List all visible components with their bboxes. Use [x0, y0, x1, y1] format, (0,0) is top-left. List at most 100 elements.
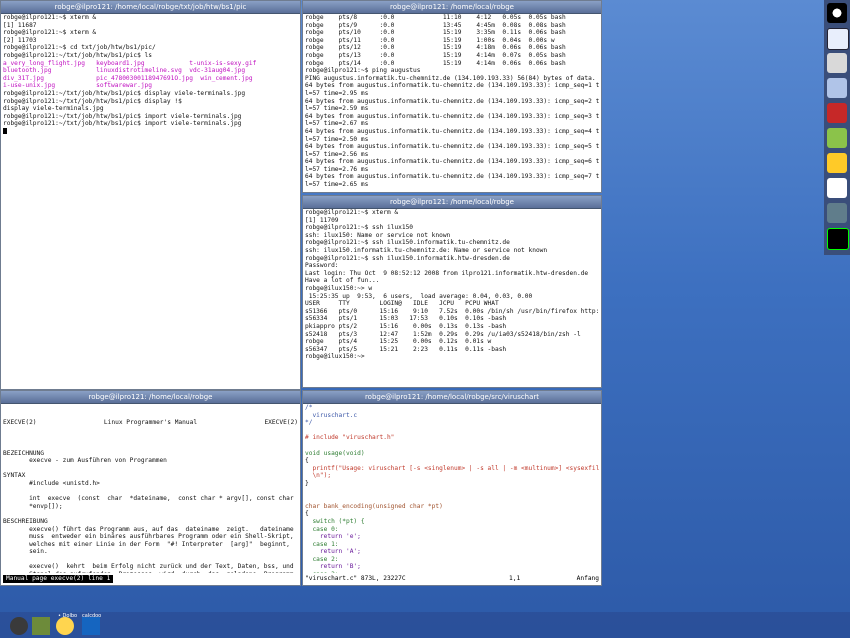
- vim-status-line: "viruschart.c" 873L, 23227C 1,1 Anfang: [305, 575, 599, 583]
- notes-icon[interactable]: [827, 178, 847, 198]
- output-line: [2] 11703: [3, 36, 37, 44]
- output-line: robge@ilux150:~>: [305, 353, 369, 361]
- document-icon[interactable]: [827, 28, 849, 50]
- output-line: robge@ilpro121:~/txt/job/htw/bs1/pic$ im…: [3, 112, 242, 120]
- output-line: robge@ilpro121:~$ ping augustus: [305, 67, 421, 75]
- window-title[interactable]: robge@ilpro121: /home/local/robge: [303, 1, 601, 14]
- man-header: EXECVE(2) Linux Programmer's Manual EXEC…: [3, 419, 298, 427]
- start-icon[interactable]: [10, 617, 28, 635]
- terminal-output[interactable]: robge pts/8 :0.0 11:10 4:12 0.05s 0.05s …: [305, 14, 599, 190]
- window-title[interactable]: robge@ilpro121: /home/local/robge/src/vi…: [303, 391, 601, 404]
- toolbox-icon[interactable]: [827, 53, 847, 73]
- output-line: printf("Usage: viruschart [-s <singlenum…: [305, 464, 599, 472]
- output-line: robge@ilpro121:~$ xterm &: [305, 209, 399, 216]
- output-line: robge@ilpro121:~$ ssh ilux150.informatik…: [305, 239, 510, 247]
- output-line: viruschart.c: [305, 411, 358, 419]
- editor-window-viruschart[interactable]: robge@ilpro121: /home/local/robge/src/vi…: [302, 390, 602, 586]
- output-line: 64 bytes from augustus.informatik.tu-che…: [305, 158, 599, 166]
- editor-buffer[interactable]: /* viruschart.c */ # include "viruschart.h…: [305, 404, 599, 573]
- user-icon[interactable]: [827, 128, 847, 148]
- output-line: */: [305, 419, 313, 427]
- person-icon[interactable]: [32, 617, 50, 635]
- output-line: case 2:: [305, 555, 339, 563]
- output-line: return 'A';: [305, 548, 361, 556]
- output-line: }: [305, 479, 309, 487]
- clock-icon[interactable]: [827, 153, 847, 173]
- output-line: bluetooth.jpg linuxdistrotimeline.svg vd…: [3, 67, 246, 75]
- terminal-window-pic[interactable]: robge@ilpro121: /home/local/robge/txt/jo…: [0, 0, 301, 390]
- terminal-output[interactable]: robge@ilpro121:~$ xterm & [1] 11709 robge@…: [305, 209, 599, 385]
- output-line: a_very_long_flight.jpg keyboard1.jpg t-u…: [3, 59, 257, 67]
- output-line: robge@ilpro121:~/txt/job/htw/bs1/pic$ im…: [3, 120, 242, 128]
- output-line: [1] 11687: [3, 21, 37, 29]
- output-line: /*: [305, 404, 313, 411]
- window-list-icon[interactable]: [82, 617, 100, 635]
- terminal-window-ssh[interactable]: robge@ilpro121: /home/local/robge robge@…: [302, 195, 602, 388]
- taskbar-label-1: • Dolbo: [58, 613, 78, 619]
- window-title[interactable]: robge@ilpro121: /home/local/robge: [303, 196, 601, 209]
- output-line: robge@ilpro121:~/txt/job/htw/bs1/pic$ di…: [3, 89, 246, 97]
- vim-status-file: "viruschart.c" 873L, 23227C: [305, 575, 406, 582]
- output-line: execve() führt das Programm aus, auf das…: [3, 525, 294, 533]
- output-line: char bank_encoding(unsigned char *pt): [305, 502, 443, 510]
- output-line: BESCHREIBUNG: [3, 517, 48, 525]
- output-line: l=57 time=2.95 ms: [305, 89, 369, 97]
- output-line: robge pts/13 :0.0 15:19 4:14m 0.07s 0.05…: [305, 51, 566, 59]
- output-line: {: [305, 457, 309, 465]
- output-line: l=57 time=2.50 ms: [305, 135, 369, 143]
- lightbulb-icon[interactable]: [56, 617, 74, 635]
- output-line: \n");: [305, 472, 332, 480]
- output-line: ssh: ilux150: Name or service not known: [305, 231, 451, 239]
- window-title[interactable]: robge@ilpro121: /home/local/robge/txt/jo…: [1, 1, 300, 14]
- output-line: robge@ilpro121:~/txt/job/htw/bs1/pic$ ls: [3, 51, 153, 59]
- network-icon[interactable]: [827, 78, 847, 98]
- output-line: l=57 time=2.56 ms: [305, 150, 369, 158]
- man-header-left: EXECVE(2): [3, 419, 37, 427]
- output-line: 64 bytes from augustus.informatik.tu-che…: [305, 127, 599, 135]
- prompt-line[interactable]: [3, 127, 298, 136]
- terminal-icon[interactable]: [827, 228, 849, 250]
- output-line: 64 bytes from augustus.informatik.tu-che…: [305, 97, 599, 105]
- window-title[interactable]: robge@ilpro121: /home/local/robge: [1, 391, 300, 404]
- output-line: BEZEICHNUNG: [3, 449, 44, 457]
- output-line: robge@ilpro121:~$ cd txt/job/htw/bs1/pic…: [3, 44, 156, 52]
- text-cursor: [3, 127, 7, 134]
- output-line: USER TTY LOGIN@ IDLE JCPU PCPU WHAT: [305, 300, 499, 308]
- output-line: case 3:: [305, 571, 599, 573]
- output-line: i-use-unix.jpg softwarewar.jpg: [3, 82, 153, 90]
- terminal-window-ping[interactable]: robge@ilpro121: /home/local/robge robge …: [302, 0, 602, 193]
- output-line: Have a lot of fun...: [305, 277, 380, 285]
- output-line: case 1:: [305, 540, 339, 548]
- output-line: sein.: [3, 548, 48, 556]
- output-line: int execve (const char *dateiname, const…: [3, 495, 294, 503]
- output-line: 64 bytes from augustus.informatik.tu-che…: [305, 112, 599, 120]
- output-line: 64 bytes from augustus.informatik.tu-che…: [305, 143, 599, 151]
- output-line: return 'B';: [305, 563, 361, 571]
- stop-icon[interactable]: [827, 103, 847, 123]
- output-line: execve() kehrt beim Erfolg nicht zurück …: [3, 563, 294, 571]
- right-dock: [824, 0, 850, 255]
- gnome-foot-icon[interactable]: [827, 3, 847, 23]
- output-line: *envp[]);: [3, 502, 63, 510]
- output-line: display viele-terminals.jpg: [3, 105, 104, 113]
- output-line: 64 bytes from augustus.informatik.tu-che…: [305, 173, 599, 181]
- output-line: l=57 time=2.59 ms: [305, 105, 369, 113]
- terminal-output[interactable]: robge@ilpro121:~$ xterm & [1] 11687 robge@…: [3, 14, 298, 387]
- output-line: robge@ilpro121:~$ ssh ilux150: [305, 224, 414, 232]
- output-line: robge pts/8 :0.0 11:10 4:12 0.05s 0.05s …: [305, 14, 566, 21]
- output-line: s56334 pts/1 15:03 17:53 0.10s 0.10s -ba…: [305, 315, 507, 323]
- terminal-window-manpage[interactable]: robge@ilpro121: /home/local/robge EXECVE…: [0, 390, 301, 586]
- output-line: Last login: Thu Oct 9 08:52:12 2008 from…: [305, 269, 589, 277]
- game-icon[interactable]: [827, 203, 847, 223]
- vim-status-scroll: Anfang: [576, 575, 599, 582]
- man-page-content[interactable]: EXECVE(2) Linux Programmer's Manual EXEC…: [3, 404, 298, 573]
- output-line: l=57 time=2.76 ms: [305, 165, 369, 173]
- output-line: PING augustus.informatik.tu-chemnitz.de …: [305, 74, 596, 82]
- vim-status-position: 1,1: [509, 575, 521, 582]
